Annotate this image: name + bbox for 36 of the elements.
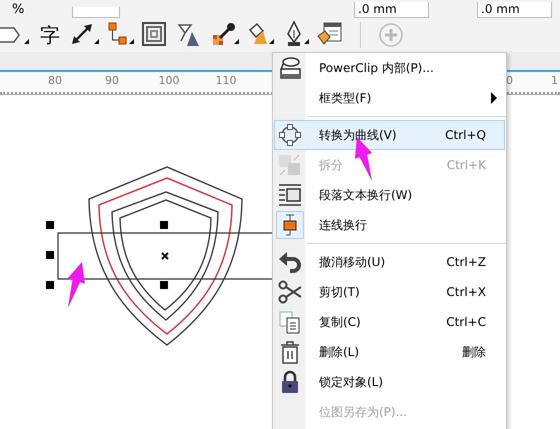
center-mark-icon [161,252,169,260]
selection-handle[interactable] [160,221,168,229]
text-tool-button[interactable]: 字 [35,20,65,50]
selection-handle[interactable] [46,221,54,229]
delete-icon [278,340,302,364]
input-field[interactable] [72,7,120,18]
percent-label: % [12,2,24,18]
menu-item[interactable]: 框类型(F) [274,83,505,113]
undo-icon [278,250,302,274]
selection-handle[interactable] [160,281,168,289]
menu-item[interactable]: 连线换行 [274,210,505,240]
ruler-label: 100 [158,73,180,89]
menu-item[interactable]: 复制(C) Ctrl+C [274,307,505,337]
ruler-label: 90 [104,73,120,89]
submenu-arrow-icon [490,92,498,104]
menu-item[interactable]: 段落文本换行(W) [274,180,505,210]
ruler-label: 80 [47,73,63,89]
menu-item[interactable]: 剪切(T) Ctrl+X [274,277,505,307]
menu-item[interactable]: 锁定对象(L) [274,367,505,397]
powerclip-icon [278,56,302,80]
text-wrap-icon [278,183,302,207]
margin-input-field[interactable]: .0 mm [354,2,429,18]
ruler-label: 110 [215,73,237,89]
menu-item[interactable]: 撤消移动(U) Ctrl+Z [274,247,505,277]
margin-input-field[interactable]: .0 mm [477,2,552,18]
curve-nodes-icon [278,123,302,147]
split-squares-icon [278,153,302,177]
selection-handle[interactable] [46,251,54,259]
copy-icon [278,310,302,334]
selection-handle[interactable] [46,281,54,289]
menu-item[interactable]: 删除(L) 删除 [274,337,505,367]
cut-icon [278,280,302,304]
ruler-label: 0 [506,73,513,89]
menu-item[interactable]: PowerClip 内部(P)... [274,53,505,83]
menu-item[interactable]: 转换为曲线(V) Ctrl+Q [274,120,505,150]
ruler-label: 1 [551,73,558,89]
